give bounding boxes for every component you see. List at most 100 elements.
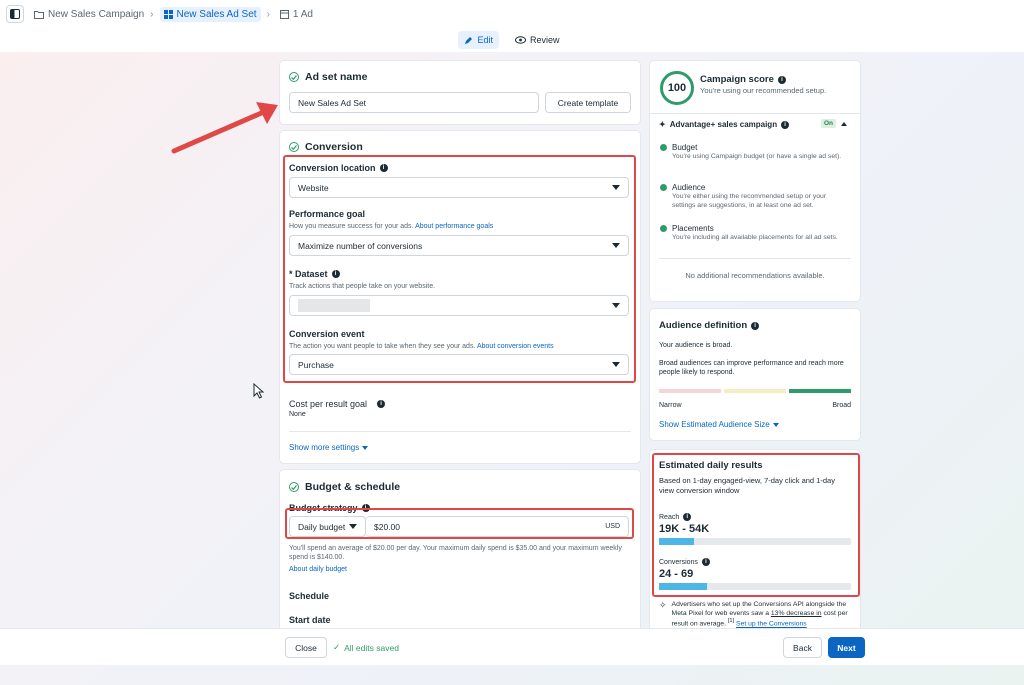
score-item-desc: You're using Campaign budget (or have a … bbox=[672, 153, 842, 160]
narrow-label: Narrow bbox=[659, 402, 682, 409]
folder-icon bbox=[34, 10, 44, 19]
budget-title: Budget & schedule bbox=[289, 481, 400, 493]
audience-meter bbox=[659, 389, 851, 393]
sparkle-icon: ✧ bbox=[659, 600, 667, 610]
breadcrumb-ad[interactable]: 1 Ad bbox=[279, 8, 313, 20]
next-button[interactable]: Next bbox=[828, 637, 865, 658]
info-icon[interactable]: i bbox=[377, 400, 386, 408]
breadcrumb-adset-label: New Sales Ad Set bbox=[176, 8, 257, 20]
score-ring: 100 bbox=[660, 71, 694, 105]
next-label: Next bbox=[837, 642, 856, 653]
about-daily-budget-link[interactable]: About daily budget bbox=[289, 566, 347, 573]
campaign-score-title: Campaign score i bbox=[700, 74, 786, 85]
info-icon[interactable]: i bbox=[777, 75, 786, 84]
check-circle-icon bbox=[289, 72, 299, 82]
meter-segment-broad bbox=[789, 389, 851, 393]
show-more-settings-text: Show more settings bbox=[289, 443, 360, 452]
back-button[interactable]: Back bbox=[783, 637, 822, 658]
score-item-title: Placements bbox=[672, 224, 714, 233]
annotation-arrow-icon bbox=[171, 102, 278, 154]
budget-card: Budget & schedule Budget strategy i Dail… bbox=[280, 470, 640, 640]
score-item-title: Audience bbox=[672, 183, 706, 192]
score-item-desc: You're either using the recommended setu… bbox=[672, 193, 827, 210]
annotation-conversion-box bbox=[283, 155, 636, 383]
tip-text: Advertisers who set up the Conversions A… bbox=[672, 600, 854, 629]
adset-name-value: New Sales Ad Set bbox=[298, 97, 367, 108]
breadcrumb-ad-label: 1 Ad bbox=[292, 8, 313, 20]
adset-name-title: Ad set name bbox=[289, 71, 367, 83]
cost-per-result-label-text: Cost per result goal bbox=[289, 399, 368, 409]
audience-definition-title-text: Audience definition bbox=[659, 320, 748, 331]
breadcrumb-adset[interactable]: New Sales Ad Set bbox=[159, 6, 261, 22]
score-divider bbox=[650, 113, 860, 114]
pencil-icon bbox=[465, 36, 473, 44]
score-value: 100 bbox=[667, 82, 687, 94]
eye-icon bbox=[515, 36, 526, 44]
adset-name-title-text: Ad set name bbox=[305, 71, 368, 83]
sidebar-toggle-button[interactable] bbox=[6, 5, 24, 23]
ad-icon bbox=[279, 9, 289, 19]
back-label: Back bbox=[793, 642, 812, 653]
meter-segment-mid bbox=[724, 389, 786, 393]
create-template-button[interactable]: Create template bbox=[545, 92, 631, 113]
score-item-budget: Budget You're using Campaign budget (or … bbox=[660, 143, 850, 161]
panel-icon bbox=[10, 9, 20, 19]
audience-definition-title: Audience definition i bbox=[659, 320, 760, 331]
conversions-api-tip: ✧ Advertisers who set up the Conversions… bbox=[659, 600, 854, 629]
collapse-caret-icon[interactable] bbox=[841, 122, 847, 126]
score-item-audience: Audience You're either using the recomme… bbox=[660, 183, 850, 210]
create-template-label: Create template bbox=[557, 97, 619, 108]
check-icon bbox=[660, 184, 667, 191]
check-icon bbox=[660, 144, 667, 151]
audience-description: Broad audiences can improve performance … bbox=[659, 360, 844, 377]
review-label: Review bbox=[530, 35, 560, 45]
show-audience-size-text: Show Estimated Audience Size bbox=[659, 420, 770, 429]
no-recommendations-text: No additional recommendations available. bbox=[685, 271, 825, 280]
budget-title-text: Budget & schedule bbox=[305, 481, 401, 493]
show-more-settings-link[interactable]: Show more settings bbox=[289, 443, 369, 452]
score-item-placements: Placements You're including all availabl… bbox=[660, 224, 850, 242]
chevron-right-icon: › bbox=[266, 8, 270, 20]
check-icon bbox=[660, 225, 667, 232]
annotation-budget-box bbox=[285, 508, 634, 539]
top-bar: New Sales Campaign › New Sales Ad Set › … bbox=[0, 0, 1024, 28]
setup-conversions-link[interactable]: Set up the Conversions bbox=[736, 621, 807, 628]
close-label: Close bbox=[295, 642, 317, 653]
breadcrumb-campaign-label: New Sales Campaign bbox=[48, 8, 145, 20]
score-item-desc: You're including all available placement… bbox=[672, 234, 838, 241]
broad-label: Broad bbox=[832, 402, 851, 409]
card-divider bbox=[289, 431, 631, 432]
audience-definition-card: Audience definition i Your audience is b… bbox=[650, 309, 860, 440]
close-button[interactable]: Close bbox=[285, 637, 327, 658]
audience-status: Your audience is broad. bbox=[659, 342, 733, 349]
score-divider bbox=[659, 258, 851, 259]
conversion-title-text: Conversion bbox=[305, 141, 363, 153]
start-date-label: Start date bbox=[289, 615, 331, 625]
save-status-text: All edits saved bbox=[344, 642, 399, 653]
mode-bar: Edit Review bbox=[0, 28, 1024, 52]
breadcrumb-campaign[interactable]: New Sales Campaign bbox=[34, 9, 144, 20]
advantage-status-badge: On bbox=[821, 119, 837, 128]
advantage-plus-row[interactable]: ✦ Advantage+ sales campaign i bbox=[659, 120, 790, 129]
campaign-score-card: 100 Campaign score i You're using our re… bbox=[650, 61, 860, 301]
annotation-estimates-box bbox=[652, 453, 860, 597]
edit-mode-button[interactable]: Edit bbox=[458, 31, 499, 49]
info-icon[interactable]: i bbox=[751, 321, 760, 330]
footer-bar: Close ✓ All edits saved Back Next bbox=[0, 628, 1024, 665]
check-circle-icon bbox=[289, 482, 299, 492]
tip-footnote: [1] bbox=[727, 618, 735, 625]
meter-segment-narrow bbox=[659, 389, 721, 393]
check-circle-icon bbox=[289, 142, 299, 152]
adset-name-card: Ad set name New Sales Ad Set Create temp… bbox=[280, 61, 640, 124]
decrease-link[interactable]: 13% decrease in bbox=[771, 610, 822, 617]
show-audience-size-link[interactable]: Show Estimated Audience Size bbox=[659, 420, 779, 429]
info-icon[interactable]: i bbox=[781, 120, 790, 129]
adset-name-input[interactable]: New Sales Ad Set bbox=[289, 92, 539, 113]
review-mode-button[interactable]: Review bbox=[509, 31, 566, 49]
checkmark-icon: ✓ bbox=[333, 642, 341, 652]
mouse-cursor-icon bbox=[253, 383, 265, 399]
caret-down-icon bbox=[772, 422, 779, 427]
sparkle-icon: ✦ bbox=[659, 120, 666, 129]
cost-per-result-value: None bbox=[289, 411, 306, 418]
caret-down-icon bbox=[362, 445, 369, 450]
